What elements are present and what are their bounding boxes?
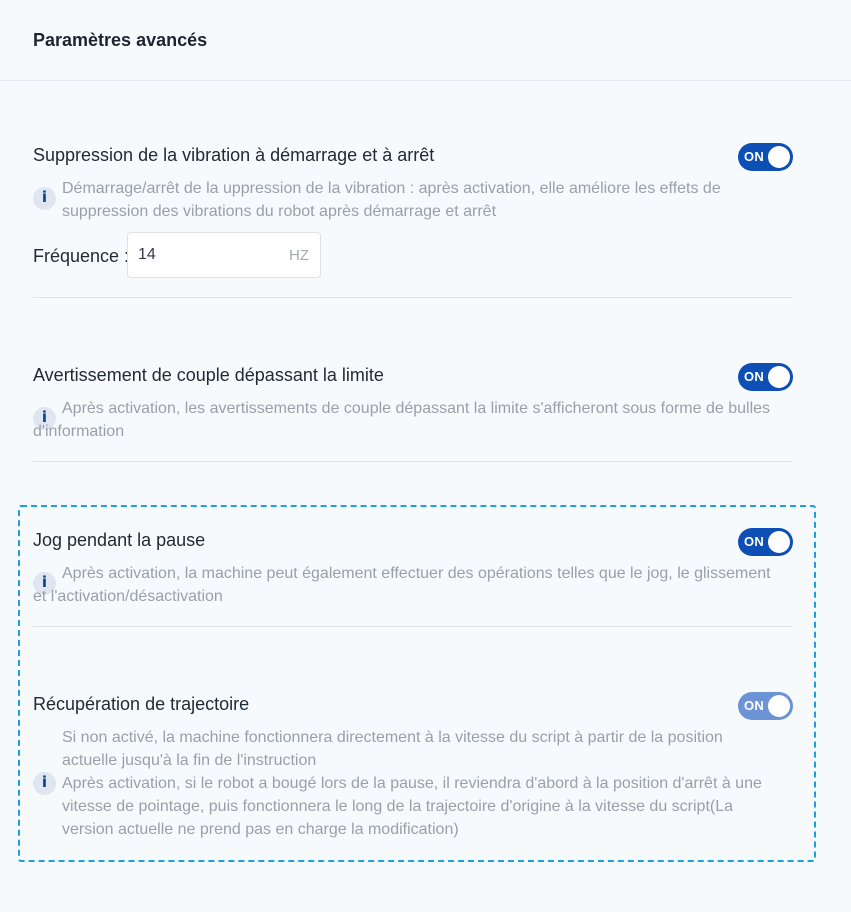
description-line: version actuelle ne prend pas en charge …: [62, 821, 459, 838]
page-title: Paramètres avancés: [33, 30, 208, 50]
section-description: Démarrage/arrêt de la uppression de la v…: [33, 177, 793, 223]
divider: [33, 461, 793, 462]
section-title: Avertissement de couple dépassant la lim…: [33, 365, 384, 385]
toggle-knob: [768, 146, 790, 168]
description-line: Si non activé, la machine fonctionnera d…: [62, 729, 723, 746]
description-line: suppression des vibrations du robot aprè…: [62, 203, 497, 220]
toggle-label: ON: [744, 369, 765, 384]
description-line: Après activation, la machine peut égalem…: [62, 565, 771, 582]
frequency-input[interactable]: 14 HZ: [127, 232, 321, 278]
frequency-label: Fréquence :: [33, 246, 130, 266]
section-vibration-suppression: Suppression de la vibration à démarrage …: [33, 143, 793, 285]
toggle-knob: [768, 366, 790, 388]
toggle-label: ON: [744, 534, 765, 549]
section-description: Après activation, les avertissements de …: [33, 397, 793, 443]
section-description: Si non activé, la machine fonctionnera d…: [33, 726, 793, 841]
description-line: Après activation, les avertissements de …: [62, 400, 771, 417]
section-title: Jog pendant la pause: [33, 530, 206, 550]
description-line: vitesse de pointage, puis fonctionnera l…: [62, 798, 734, 815]
toggle-label: ON: [744, 149, 765, 164]
section-torque-warning: Avertissement de couple dépassant la lim…: [33, 363, 793, 445]
description-line: et l'activation/désactivation: [33, 588, 223, 605]
description-line: Démarrage/arrêt de la uppression de la v…: [62, 180, 721, 197]
section-title: Suppression de la vibration à démarrage …: [33, 145, 435, 165]
section-jog-during-pause: Jog pendant la pause ON Après activation…: [33, 528, 793, 610]
toggle-label: ON: [744, 698, 765, 713]
vibration-suppression-toggle[interactable]: ON: [738, 143, 793, 171]
description-line: actuelle jusqu'à la fin de l'instruction: [62, 752, 317, 769]
toggle-knob: [768, 695, 790, 717]
description-line: Après activation, si le robot a bougé lo…: [62, 775, 762, 792]
divider: [33, 297, 793, 298]
frequency-unit: HZ: [289, 247, 309, 264]
frequency-value: 14: [138, 246, 156, 263]
torque-warning-toggle[interactable]: ON: [738, 363, 793, 391]
section-description: Après activation, la machine peut égalem…: [33, 562, 793, 608]
toggle-knob: [768, 531, 790, 553]
jog-pause-toggle[interactable]: ON: [738, 528, 793, 556]
divider: [33, 626, 793, 627]
header-bar: Paramètres avancés: [0, 0, 851, 81]
description-line: d'information: [33, 423, 125, 440]
section-trajectory-recovery: Récupération de trajectoire ON Si non ac…: [33, 692, 793, 844]
trajectory-recovery-toggle[interactable]: ON: [738, 692, 793, 720]
section-title: Récupération de trajectoire: [33, 694, 250, 714]
